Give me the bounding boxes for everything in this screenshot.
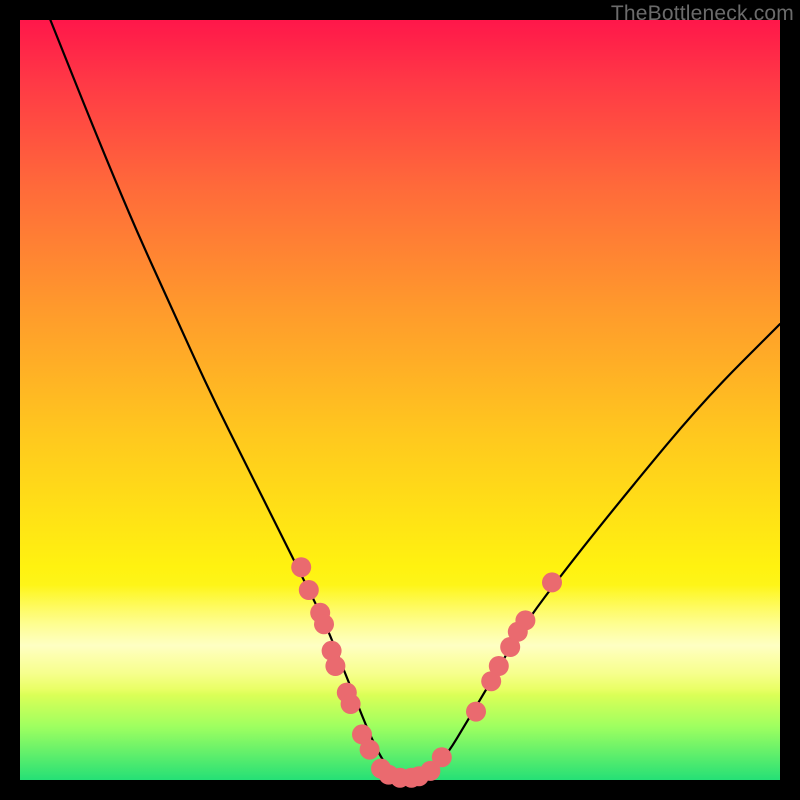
marker-dot [466,702,486,722]
highlight-dots [291,557,562,788]
chart-frame [20,20,780,780]
attribution-text: TheBottleneck.com [611,2,794,26]
marker-dot [432,747,452,767]
marker-dot [515,610,535,630]
marker-dot [325,656,345,676]
marker-dot [299,580,319,600]
plot-svg [20,20,780,780]
marker-dot [360,740,380,760]
marker-dot [489,656,509,676]
marker-dot [291,557,311,577]
marker-dot [341,694,361,714]
bottleneck-curve [50,20,780,780]
marker-dot [314,614,334,634]
marker-dot [542,572,562,592]
